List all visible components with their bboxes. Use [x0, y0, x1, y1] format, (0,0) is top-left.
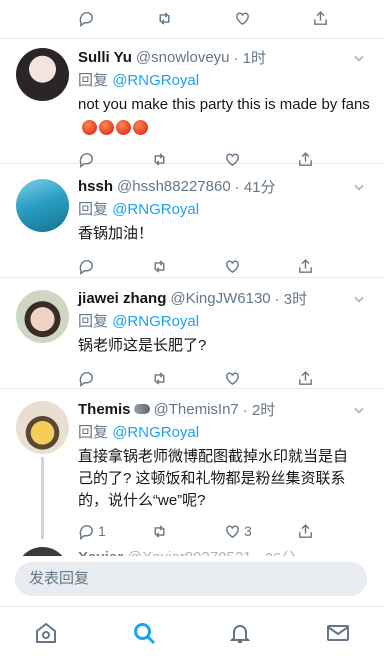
tweet-text-line: 己的了? 这顿饭和礼物都是粉丝集资联系: [78, 470, 346, 487]
like-button[interactable]: [224, 365, 297, 391]
chevron-down-icon[interactable]: [352, 403, 366, 417]
tab-home[interactable]: [34, 621, 58, 645]
chevron-down-icon[interactable]: [352, 292, 366, 306]
reply-icon: [79, 11, 93, 27]
tweet-timestamp: · 2时: [242, 401, 276, 419]
share-icon: [299, 258, 312, 273]
reply-count: 1: [98, 523, 106, 539]
reply-button[interactable]: [78, 5, 156, 31]
reply-mention[interactable]: @RNGRoyal: [112, 313, 199, 330]
reply-mention[interactable]: @RNGRoyal: [112, 424, 199, 441]
tweet-text-line: 的，说什么“we”呢?: [78, 492, 206, 509]
reply-prefix: 回复: [78, 313, 109, 330]
reply-input[interactable]: 发表回复: [15, 562, 367, 596]
tweet-timestamp: · 3时: [274, 290, 308, 308]
reply-feed: Sulli Yu @snowloveyu · 1时 回复 @RNGRoyal n…: [0, 0, 384, 560]
tweet-text-line: 直接拿锅老师微博配图截掉水印就当是自: [78, 448, 349, 465]
tweet-author-name[interactable]: Themis: [78, 401, 131, 418]
heart-icon: [226, 371, 239, 385]
angry-face-emojis: [82, 119, 150, 135]
share-icon: [299, 523, 312, 538]
retweet-button[interactable]: [156, 5, 234, 31]
retweet-icon: [154, 259, 165, 273]
tweet-author-handle[interactable]: @snowloveyu: [136, 49, 230, 66]
chevron-down-icon[interactable]: [352, 51, 366, 65]
avatar[interactable]: [16, 179, 69, 232]
replying-to: 回复 @RNGRoyal: [78, 310, 370, 330]
tweet-author-handle[interactable]: @hssh88227860: [117, 178, 231, 195]
angry-face-icon: [133, 119, 148, 135]
tweet[interactable]: hssh @hssh88227860 · 41分 回复 @RNGRoyal 香锅…: [0, 164, 384, 278]
share-icon: [299, 370, 312, 385]
tweet-text: not you make this party this is made by …: [78, 94, 370, 138]
heart-icon: [236, 11, 249, 25]
tweet-text: 直接拿锅老师微博配图截掉水印就当是自 己的了? 这顿饭和礼物都是粉丝集资联系 的…: [78, 446, 370, 512]
avatar[interactable]: [16, 290, 69, 343]
reply-button[interactable]: [78, 365, 151, 391]
tab-messages[interactable]: [326, 621, 350, 645]
angry-face-icon: [99, 119, 114, 135]
bottom-tab-bar: [0, 606, 384, 656]
angry-face-icon: [116, 119, 131, 135]
replying-to: 回复 @RNGRoyal: [78, 69, 370, 89]
bell-icon: [229, 625, 251, 643]
retweet-icon: [159, 11, 170, 25]
tweet-author-name[interactable]: jiawei zhang: [78, 290, 166, 307]
tab-search[interactable]: [132, 621, 156, 645]
reply-mention[interactable]: @RNGRoyal: [112, 72, 199, 89]
tweet-author-handle[interactable]: @ThemisIn7: [154, 401, 239, 418]
angry-face-icon: [82, 119, 97, 135]
share-icon: [314, 10, 327, 25]
reply-icon: [79, 524, 93, 540]
avatar[interactable]: [16, 48, 69, 101]
search-icon: [134, 623, 156, 645]
chevron-down-icon[interactable]: [352, 180, 366, 194]
reply-icon: [79, 371, 93, 387]
avatar[interactable]: [16, 401, 69, 454]
tweet-author-name[interactable]: hssh: [78, 178, 113, 195]
like-count: 3: [244, 523, 252, 539]
reply-button[interactable]: [78, 253, 151, 279]
retweet-icon: [154, 524, 165, 538]
tweet-actions: [78, 251, 370, 281]
like-button[interactable]: [224, 253, 297, 279]
tweet[interactable]: Sulli Yu @snowloveyu · 1时 回复 @RNGRoyal n…: [0, 39, 384, 168]
mail-icon: [327, 625, 349, 641]
tab-notifications[interactable]: [228, 621, 252, 645]
replying-to: 回复 @RNGRoyal: [78, 421, 370, 441]
share-button[interactable]: [297, 253, 370, 279]
thread-connector-line: [41, 457, 44, 539]
reply-mention[interactable]: @RNGRoyal: [112, 201, 199, 218]
tweet[interactable]: jiawei zhang @KingJW6130 · 3时 回复 @RNGRoy…: [0, 278, 384, 389]
retweet-icon: [154, 371, 165, 385]
tweet-text: 香锅加油！: [78, 225, 154, 242]
retweet-button[interactable]: [151, 365, 224, 391]
share-button[interactable]: [297, 365, 370, 391]
tweet-author-name[interactable]: Sulli Yu: [78, 49, 132, 66]
share-button[interactable]: [312, 5, 384, 31]
tweet-timestamp: · 41分: [234, 178, 276, 196]
previous-tweet-actions: [78, 3, 384, 33]
cat-emoji-icon: [133, 404, 150, 414]
like-button[interactable]: [234, 5, 312, 31]
replying-to: 回复 @RNGRoyal: [78, 198, 370, 218]
compose-reply-bar: 发表回复: [0, 556, 384, 606]
tweet-timestamp: · 1时: [233, 49, 267, 67]
retweet-button[interactable]: [151, 253, 224, 279]
tweet[interactable]: Themis @ThemisIn7 · 2时 回复 @RNGRoyal 直接拿锅…: [0, 389, 384, 540]
reply-prefix: 回复: [78, 72, 109, 89]
reply-prefix: 回复: [78, 201, 109, 218]
tweet-text: 锅老师这是长肥了?: [78, 337, 207, 354]
reply-icon: [79, 259, 93, 275]
reply-prefix: 回复: [78, 424, 109, 441]
home-icon: [36, 622, 56, 643]
heart-icon: [226, 524, 239, 538]
heart-icon: [226, 259, 239, 273]
tweet-author-handle[interactable]: @KingJW6130: [170, 290, 270, 307]
